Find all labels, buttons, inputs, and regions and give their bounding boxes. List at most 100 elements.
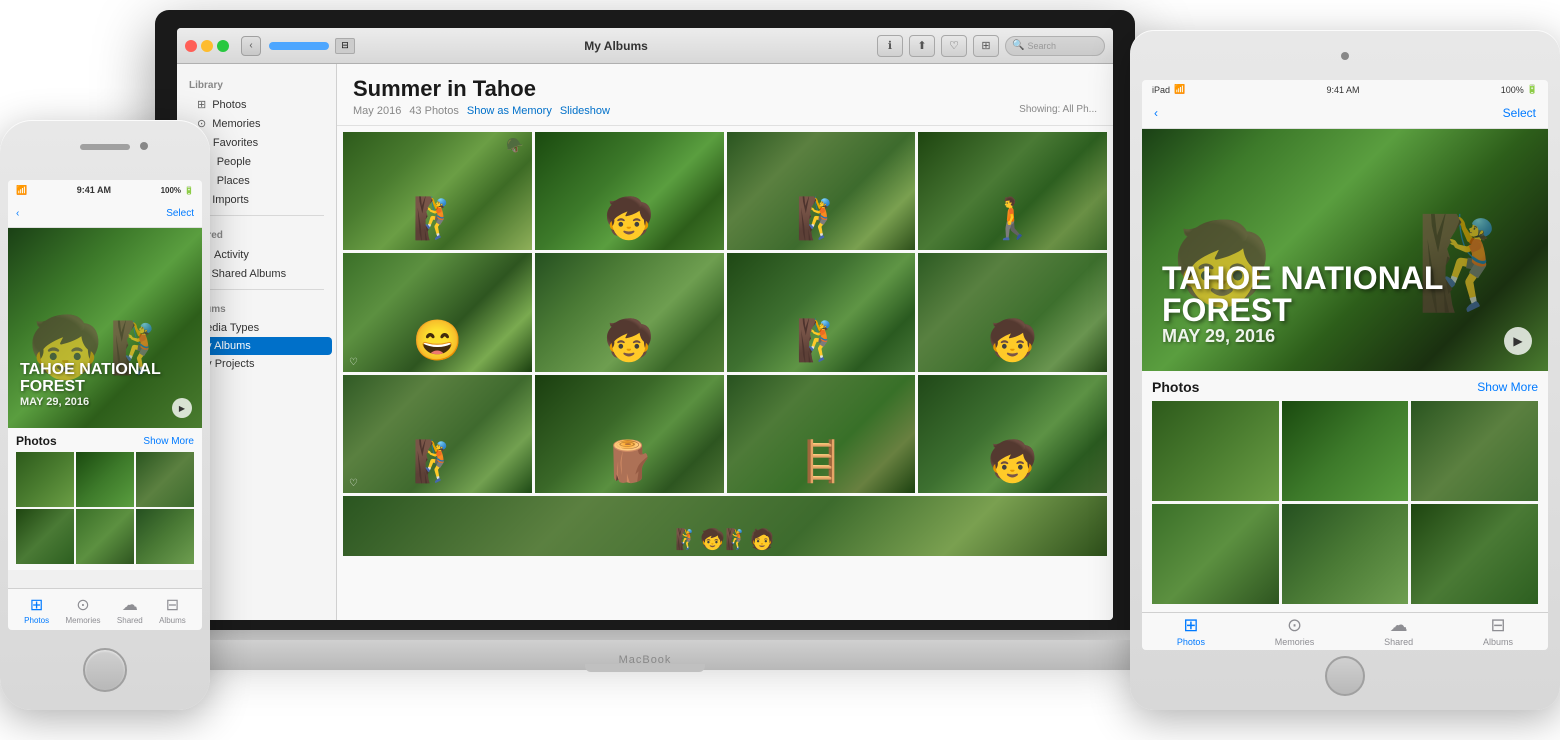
iphone-tabbar: ⊞ Photos ⊙ Memories ☁ Shared ⊟ Albums bbox=[8, 588, 202, 630]
photo-grid: 🧗 🪖 🧒 🧗 🚶 😄 bbox=[337, 126, 1113, 620]
ipad-photo-6[interactable] bbox=[1411, 504, 1538, 604]
shared-tab-label: Shared bbox=[117, 616, 143, 625]
info-button[interactable]: ℹ bbox=[877, 35, 903, 57]
ipad-photo-4[interactable] bbox=[1152, 504, 1279, 604]
iphone-photo-3[interactable] bbox=[136, 452, 194, 507]
photo-cell-10[interactable]: 🪵 bbox=[535, 375, 724, 493]
iphone-chevron-left-icon: ‹ bbox=[16, 208, 19, 219]
macbook: ‹ ⊟ My Albums ℹ ⬆ ♡ ⊞ 🔍 Search bbox=[155, 10, 1135, 670]
mac-toolbar: ‹ ⊟ My Albums ℹ ⬆ ♡ ⊞ 🔍 Search bbox=[177, 28, 1113, 64]
view-button[interactable]: ⊟ bbox=[335, 38, 355, 54]
ipad-photo-5[interactable] bbox=[1282, 504, 1409, 604]
ipad-photo-1[interactable] bbox=[1152, 401, 1279, 501]
iphone-photo-6[interactable] bbox=[136, 509, 194, 564]
helmet-1: 🪖 bbox=[506, 137, 523, 154]
ipad-albums-tab-icon: ⊟ bbox=[1490, 615, 1505, 636]
show-as-memory-link[interactable]: Show as Memory bbox=[467, 105, 552, 117]
minimize-button[interactable] bbox=[201, 40, 213, 52]
rotate-button[interactable]: ⊞ bbox=[973, 35, 999, 57]
back-nav-button[interactable]: ‹ bbox=[241, 36, 261, 56]
close-button[interactable] bbox=[185, 40, 197, 52]
slideshow-link[interactable]: Slideshow bbox=[560, 105, 610, 117]
heart-button[interactable]: ♡ bbox=[941, 35, 967, 57]
library-section-header: Library bbox=[177, 72, 336, 95]
iphone-time: 9:41 AM bbox=[77, 185, 111, 195]
photo-cell-6[interactable]: 🧒 bbox=[535, 253, 724, 371]
person-7: 🧗 bbox=[796, 317, 846, 364]
iphone-photo-5[interactable] bbox=[76, 509, 134, 564]
ipad-select-button[interactable]: Select bbox=[1503, 106, 1536, 120]
ipad-front-camera bbox=[1341, 52, 1349, 60]
ipad-shared-tab-label: Shared bbox=[1384, 637, 1413, 647]
iphone-back-button[interactable]: ‹ bbox=[16, 208, 19, 219]
iphone-battery-icon: 🔋 bbox=[184, 186, 194, 195]
photo-cell-11[interactable]: 🪜 bbox=[727, 375, 916, 493]
ipad-nav: ‹ Select bbox=[1142, 99, 1548, 129]
photo-cell-7[interactable]: 🧗 bbox=[727, 253, 916, 371]
search-icon: 🔍 bbox=[1012, 40, 1024, 51]
photos-tab-label: Photos bbox=[24, 616, 49, 625]
album-title: Summer in Tahoe bbox=[353, 76, 1097, 102]
sidebar-activity-label: Activity bbox=[214, 249, 249, 261]
iphone-tab-photos[interactable]: ⊞ Photos bbox=[24, 595, 49, 625]
ipad-photos-section: Photos Show More bbox=[1142, 371, 1548, 612]
album-showing: Showing: All Ph... bbox=[1019, 104, 1097, 115]
photo-cell-4[interactable]: 🚶 bbox=[918, 132, 1107, 250]
macbook-screen: ‹ ⊟ My Albums ℹ ⬆ ♡ ⊞ 🔍 Search bbox=[155, 10, 1135, 630]
photo-cell-5[interactable]: 😄 ♡ bbox=[343, 253, 532, 371]
ipad-photo-2[interactable] bbox=[1282, 401, 1409, 501]
iphone-photos-label: Photos bbox=[16, 434, 57, 448]
person-5: 😄 bbox=[412, 317, 462, 364]
person-10: 🪵 bbox=[604, 438, 654, 485]
iphone-home-button[interactable] bbox=[83, 648, 127, 692]
ipad-photos-tab-label: Photos bbox=[1177, 637, 1205, 647]
iphone-nav: ‹ Select bbox=[8, 200, 202, 228]
photo-cell-1[interactable]: 🧗 🪖 bbox=[343, 132, 532, 250]
iphone-play-button[interactable]: ▶ bbox=[172, 398, 192, 418]
window-title: My Albums bbox=[359, 39, 873, 53]
ipad-tab-photos[interactable]: ⊞ Photos bbox=[1177, 615, 1205, 647]
person-8: 🧒 bbox=[988, 317, 1038, 364]
sidebar-places-label: Places bbox=[217, 175, 250, 187]
search-field[interactable]: 🔍 Search bbox=[1005, 36, 1105, 56]
photo-cell-bottom-row[interactable]: 🧗🧒🧗🧑 bbox=[343, 496, 1107, 556]
ipad-tabbar: ⊞ Photos ⊙ Memories ☁ Shared ⊟ Albums bbox=[1142, 612, 1548, 650]
ipad-back-button[interactable]: ‹ bbox=[1154, 106, 1158, 120]
ipad-shared-tab-icon: ☁ bbox=[1390, 615, 1408, 636]
ipad-tab-memories[interactable]: ⊙ Memories bbox=[1275, 615, 1315, 647]
iphone-photo-2[interactable] bbox=[76, 452, 134, 507]
iphone-hero-title: TAHOE NATIONALFOREST bbox=[20, 361, 161, 396]
iphone-photo-1[interactable] bbox=[16, 452, 74, 507]
photo-cell-8[interactable]: 🧒 bbox=[918, 253, 1107, 371]
iphone-tab-albums[interactable]: ⊟ Albums bbox=[159, 595, 186, 625]
sidebar-item-photos[interactable]: ⊞ Photos bbox=[181, 95, 332, 114]
ipad-show-more-button[interactable]: Show More bbox=[1477, 380, 1538, 394]
iphone-tab-memories[interactable]: ⊙ Memories bbox=[65, 595, 100, 625]
maximize-button[interactable] bbox=[217, 40, 229, 52]
ipad-tab-albums[interactable]: ⊟ Albums bbox=[1483, 615, 1513, 647]
iphone: 📶 9:41 AM 100% 🔋 ‹ Select 🧒 🧗 TAHOE bbox=[0, 120, 210, 710]
ipad-battery-icon: 🔋 bbox=[1527, 84, 1538, 95]
album-header: Summer in Tahoe May 2016 43 Photos Show … bbox=[337, 64, 1113, 126]
iphone-screen: 📶 9:41 AM 100% 🔋 ‹ Select 🧒 🧗 TAHOE bbox=[8, 180, 202, 630]
iphone-speaker bbox=[80, 144, 130, 150]
ipad-status-left: iPad 📶 bbox=[1152, 84, 1185, 95]
album-date: May 2016 bbox=[353, 105, 401, 117]
ipad-photo-3[interactable] bbox=[1411, 401, 1538, 501]
photo-cell-3[interactable]: 🧗 bbox=[727, 132, 916, 250]
ipad-tab-shared[interactable]: ☁ Shared bbox=[1384, 615, 1413, 647]
ipad-home-button[interactable] bbox=[1325, 656, 1365, 696]
iphone-photo-4[interactable] bbox=[16, 509, 74, 564]
album-meta-row: May 2016 43 Photos Show as Memory Slides… bbox=[353, 102, 1097, 117]
share-button[interactable]: ⬆ bbox=[909, 35, 935, 57]
photo-cell-9[interactable]: 🧗 ♡ bbox=[343, 375, 532, 493]
ipad-chevron-left-icon: ‹ bbox=[1154, 106, 1158, 120]
iphone-tab-shared[interactable]: ☁ Shared bbox=[117, 595, 143, 625]
sidebar-people-label: People bbox=[217, 156, 251, 168]
ipad-play-button[interactable]: ▶ bbox=[1504, 327, 1532, 355]
photo-cell-2[interactable]: 🧒 bbox=[535, 132, 724, 250]
iphone-select-button[interactable]: Select bbox=[166, 208, 194, 219]
iphone-show-more-button[interactable]: Show More bbox=[143, 436, 194, 447]
photo-cell-12[interactable]: 🧒 bbox=[918, 375, 1107, 493]
photos-tab-icon: ⊞ bbox=[30, 595, 43, 615]
